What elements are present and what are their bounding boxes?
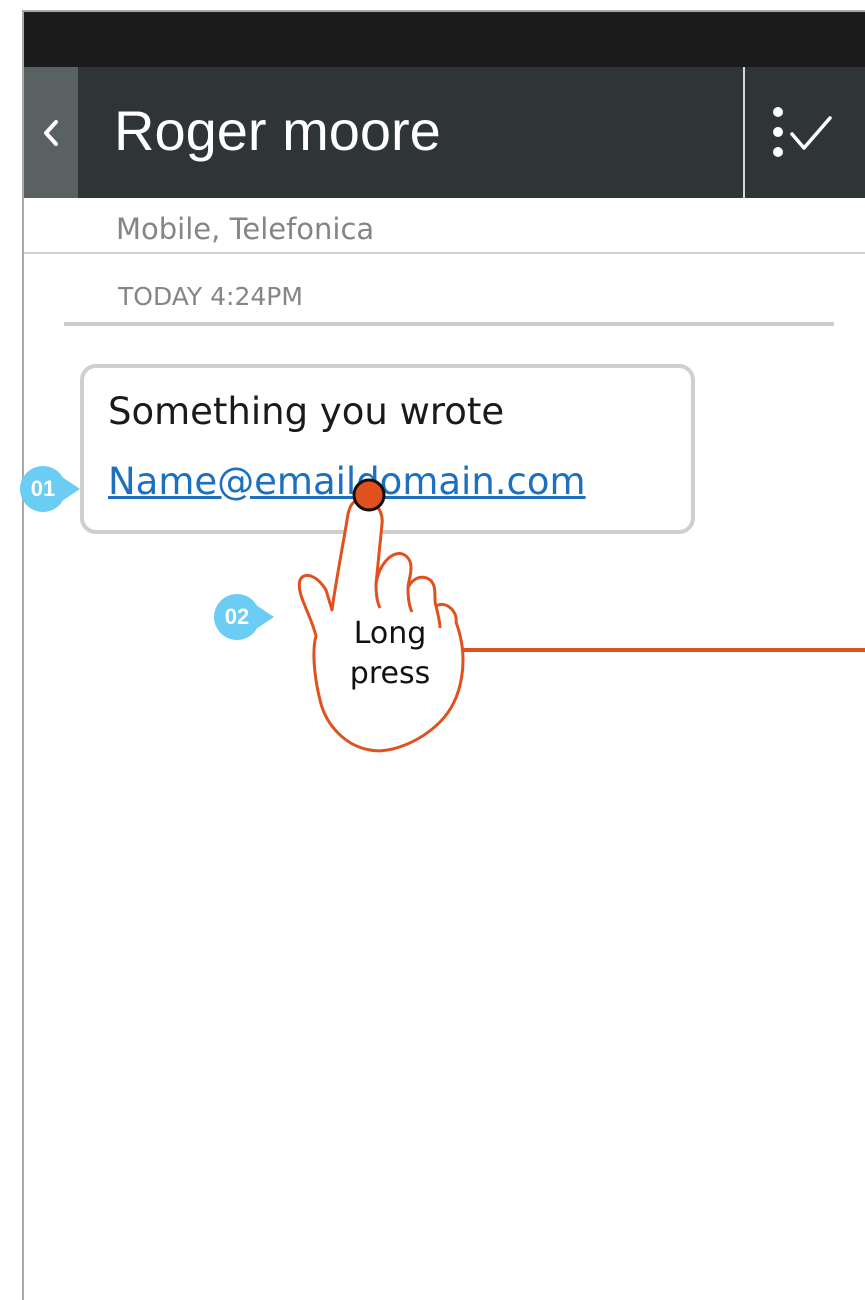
marker-label: 02 [214, 594, 274, 640]
header-divider [743, 67, 745, 198]
select-checkmark-icon [773, 107, 832, 157]
date-separator: TODAY 4:24PM [118, 282, 303, 311]
phone-type-carrier: Mobile, Telefonica [116, 212, 375, 246]
back-button[interactable] [24, 67, 78, 198]
message-text: Something you wrote [108, 390, 505, 433]
gesture-label-line1: Long [353, 616, 427, 651]
gesture-connector-line [462, 648, 865, 652]
gesture-label-line2: press [349, 656, 431, 691]
annotation-marker-01: 01 [20, 466, 80, 512]
select-messages-button[interactable] [760, 98, 860, 168]
chevron-left-icon [44, 119, 58, 146]
email-link[interactable]: Name@emaildomain.com [108, 460, 586, 503]
contact-name-title: Roger moore [114, 99, 441, 162]
marker-label: 01 [20, 466, 80, 512]
contact-subheader: Mobile, Telefonica [24, 200, 865, 254]
date-separator-line [64, 322, 834, 326]
annotation-marker-02: 02 [214, 594, 274, 640]
gesture-label: Long press [340, 614, 440, 694]
status-bar [24, 12, 865, 67]
